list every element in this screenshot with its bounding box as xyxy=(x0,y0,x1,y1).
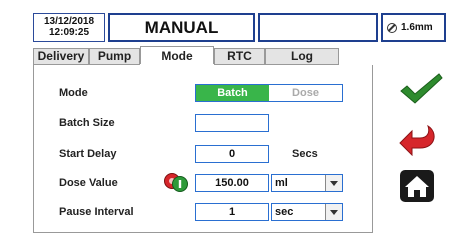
mode-toggle[interactable]: Batch Dose xyxy=(195,84,343,102)
start-delay-input[interactable]: 0 xyxy=(195,145,269,163)
tab-rtc[interactable]: RTC xyxy=(214,48,265,65)
dose-unit-value: ml xyxy=(275,177,288,189)
tab-log[interactable]: Log xyxy=(265,48,339,65)
gap-value: 1.6mm xyxy=(401,22,433,33)
pause-unit-value: sec xyxy=(275,206,294,218)
start-delay-label: Start Delay xyxy=(59,148,117,160)
tab-delivery[interactable]: Delivery xyxy=(33,48,89,65)
date-text: 13/12/2018 xyxy=(43,16,95,27)
time-text: 12:09:25 xyxy=(48,27,90,38)
pause-interval-label: Pause Interval xyxy=(59,206,134,218)
pause-interval-input[interactable]: 1 xyxy=(195,203,269,221)
dose-value-label: Dose Value xyxy=(59,177,118,189)
diameter-icon xyxy=(387,22,397,33)
tab-mode[interactable]: Mode xyxy=(140,46,214,64)
tab-pump[interactable]: Pump xyxy=(89,48,140,65)
home-icon[interactable] xyxy=(400,170,434,207)
mode-option-dose[interactable]: Dose xyxy=(269,85,342,101)
datetime-display: 13/12/2018 12:09:25 xyxy=(33,13,105,42)
checkmark-icon[interactable] xyxy=(398,72,444,111)
mode-title: MANUAL xyxy=(108,13,255,42)
back-arrow-icon[interactable] xyxy=(398,122,438,161)
batch-size-input[interactable] xyxy=(195,114,269,132)
dose-value-input[interactable]: 150.00 xyxy=(195,174,269,192)
red-green-toggle-icon[interactable] xyxy=(163,171,191,198)
chevron-down-icon[interactable] xyxy=(325,204,342,220)
batch-size-label: Batch Size xyxy=(59,117,115,129)
dose-unit-select[interactable]: ml xyxy=(271,174,343,192)
mode-option-batch[interactable]: Batch xyxy=(196,85,269,101)
chevron-down-icon[interactable] xyxy=(325,175,342,191)
gap-display: 1.6mm xyxy=(381,13,446,42)
pause-unit-select[interactable]: sec xyxy=(271,203,343,221)
status-box xyxy=(258,13,378,42)
mode-label: Mode xyxy=(59,87,88,99)
start-delay-unit: Secs xyxy=(292,148,318,160)
